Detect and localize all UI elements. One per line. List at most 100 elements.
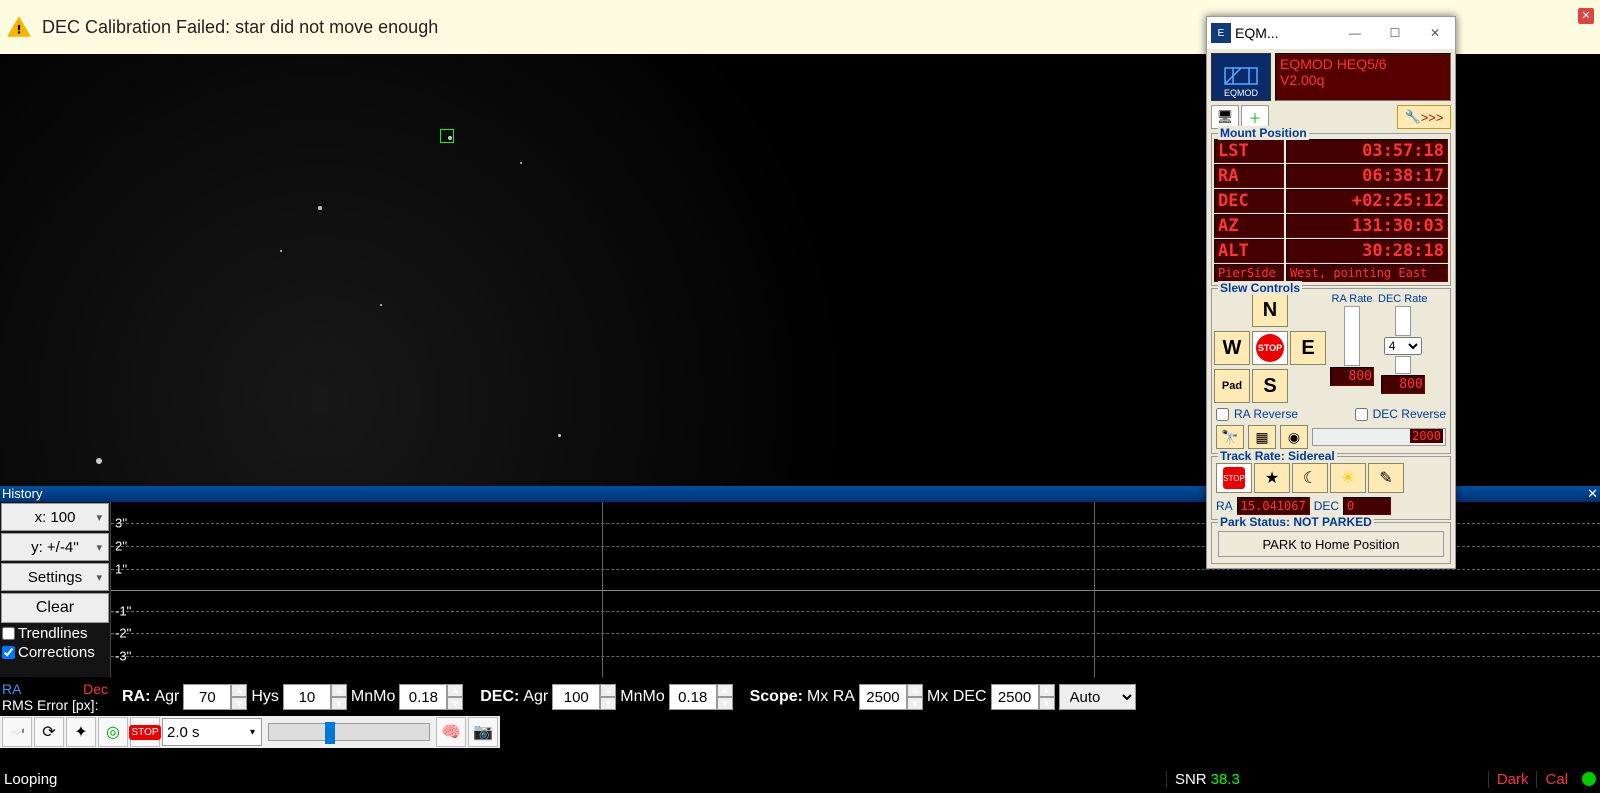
lst-value: 03:57:18	[1286, 139, 1448, 163]
star	[380, 304, 382, 306]
dec-mode-select[interactable]: Auto	[1059, 684, 1136, 710]
mxdec-input[interactable]: ▲▼	[991, 684, 1055, 710]
pierside-value: West, pointing East	[1286, 264, 1448, 282]
ra-agr-input[interactable]: ▲▼	[183, 684, 247, 710]
az-label: AZ	[1214, 214, 1284, 238]
dec-agr-input[interactable]: ▲▼	[552, 684, 616, 710]
alt-value: 30:28:18	[1286, 239, 1448, 263]
status-dark[interactable]: Dark	[1488, 771, 1537, 788]
dec-mnmo-input[interactable]: ▲▼	[669, 684, 733, 710]
track-solar-button[interactable]: ☀	[1330, 463, 1366, 493]
eqmod-minimize-button[interactable]: —	[1335, 26, 1375, 40]
eqmod-titlebar[interactable]: E EQM... — ☐ ✕	[1207, 17, 1455, 49]
slew-stop-button[interactable]: STOP	[1252, 331, 1288, 365]
track-sidereal-button[interactable]: ★	[1254, 463, 1290, 493]
warning-icon	[6, 14, 32, 40]
park-status-group: Park Status: NOT PARKED PARK to Home Pos…	[1211, 522, 1451, 564]
slew-preset-select[interactable]: 4	[1384, 337, 1422, 355]
ra-mnmo-input[interactable]: ▲▼	[399, 684, 463, 710]
mount-position-group: Mount Position LST03:57:18 RA06:38:17 DE…	[1211, 133, 1451, 286]
star	[318, 206, 322, 210]
eqmod-logo: EQMOD	[1211, 53, 1271, 101]
history-clear-button[interactable]: Clear	[1, 593, 109, 623]
dec-rate-value: 800	[1381, 375, 1425, 394]
track-stop-button[interactable]: STOP	[1216, 463, 1252, 493]
history-x-scale-select[interactable]: x: 100	[1, 503, 109, 531]
eqmod-close-button[interactable]: ✕	[1415, 26, 1455, 40]
ra-axis-label: RA	[2, 681, 21, 697]
history-title: History	[2, 486, 42, 501]
main-toolbar: ⟳ ✦ ◎ STOP 2.0 s 🧠 📷	[0, 716, 500, 748]
gamma-slider[interactable]	[268, 723, 430, 741]
status-cal[interactable]: Cal	[1536, 771, 1576, 788]
eqmod-window-title: EQM...	[1235, 25, 1335, 41]
status-connection-dot	[1582, 772, 1596, 786]
park-home-button[interactable]: PARK to Home Position	[1218, 531, 1444, 557]
slew-speed-slider[interactable]: 2000	[1312, 428, 1446, 446]
ra-value: 06:38:17	[1286, 164, 1448, 188]
slew-gamepad-button[interactable]: 🔭	[1216, 425, 1244, 449]
slew-spiral-button[interactable]: ◉	[1280, 425, 1308, 449]
scope-section-label: Scope:	[750, 688, 803, 706]
star	[520, 162, 522, 164]
slew-west-button[interactable]: W	[1214, 331, 1250, 365]
loop-button[interactable]: ⟳	[34, 717, 64, 747]
track-lunar-button[interactable]: ☾	[1292, 463, 1328, 493]
slew-north-button[interactable]: N	[1252, 293, 1288, 327]
warning-close-icon[interactable]: ✕	[1578, 8, 1594, 24]
mxra-input[interactable]: ▲▼	[859, 684, 923, 710]
guide-button[interactable]: ◎	[98, 717, 128, 747]
track-dec-value: 0	[1343, 497, 1391, 515]
eqmod-maximize-button[interactable]: ☐	[1375, 26, 1415, 40]
graph-tick: -1''	[115, 603, 132, 618]
dec-axis-label: Dec	[83, 681, 108, 697]
track-rate-group: Track Rate: Sidereal STOP ★ ☾ ☀ ✎ RA 15.…	[1211, 456, 1451, 520]
warning-text: DEC Calibration Failed: star did not mov…	[42, 17, 438, 38]
history-settings-select[interactable]: Settings	[1, 563, 109, 591]
corrections-checkbox[interactable]: Corrections	[0, 643, 110, 662]
slew-east-button[interactable]: E	[1290, 331, 1326, 365]
history-left-panel: x: 100 y: +/-4'' Settings Clear Trendlin…	[0, 502, 110, 677]
dec-label: DEC	[1214, 189, 1284, 213]
guide-star-box[interactable]	[440, 129, 454, 143]
graph-tick: 1''	[115, 561, 127, 576]
track-ra-value: 15.041067	[1237, 497, 1310, 515]
graph-tick: -2''	[115, 626, 132, 641]
exposure-select[interactable]: 2.0 s	[162, 718, 262, 746]
slew-grid-button[interactable]: ▦	[1248, 425, 1276, 449]
dec-reverse-checkbox[interactable]	[1355, 408, 1368, 421]
track-custom-button[interactable]: ✎	[1368, 463, 1404, 493]
slew-pad-button[interactable]: Pad	[1214, 369, 1250, 403]
graph-tick: 3''	[115, 516, 127, 531]
status-bar: Looping SNR38.3 Dark Cal	[0, 765, 1600, 793]
history-y-scale-select[interactable]: y: +/-4''	[1, 533, 109, 561]
status-looping: Looping	[4, 771, 57, 788]
auto-select-star-button[interactable]: ✦	[66, 717, 96, 747]
status-snr: SNR38.3	[1166, 771, 1248, 788]
history-close-icon[interactable]: ✕	[1587, 486, 1598, 502]
slew-controls-group: Slew Controls N W STOP E Pad S RA Rate 8…	[1211, 288, 1451, 454]
ra-section-label: RA:	[122, 688, 150, 706]
eqmod-app-icon: E	[1211, 23, 1231, 43]
pierside-label: PierSide	[1214, 264, 1284, 282]
dec-section-label: DEC:	[480, 688, 519, 706]
graph-tick: -3''	[115, 649, 132, 664]
ra-hys-input[interactable]: ▲▼	[283, 684, 347, 710]
az-value: 131:30:03	[1286, 214, 1448, 238]
lst-label: LST	[1214, 139, 1284, 163]
alt-label: ALT	[1214, 239, 1284, 263]
trendlines-checkbox[interactable]: Trendlines	[0, 624, 110, 643]
camera-button[interactable]: 📷	[468, 717, 498, 747]
camera-connect-button[interactable]	[2, 717, 32, 747]
stop-button[interactable]: STOP	[130, 717, 160, 747]
ra-rate-column: RA Rate 800	[1330, 293, 1374, 405]
history-footer-left: RADec RMS Error [px]:	[0, 681, 112, 713]
brain-button[interactable]: 🧠	[436, 717, 466, 747]
ra-reverse-checkbox[interactable]	[1216, 408, 1229, 421]
eqmod-setup-button[interactable]: 🔧>>>	[1397, 105, 1451, 129]
slew-south-button[interactable]: S	[1252, 369, 1288, 403]
ra-rate-slider[interactable]	[1344, 306, 1360, 366]
dec-rate-slider[interactable]	[1395, 356, 1411, 374]
dec-rate-column: DEC Rate 4 800	[1378, 293, 1428, 405]
eqmod-window: E EQM... — ☐ ✕ EQMOD EQMOD HEQ5/6 V2.00q…	[1206, 16, 1456, 569]
